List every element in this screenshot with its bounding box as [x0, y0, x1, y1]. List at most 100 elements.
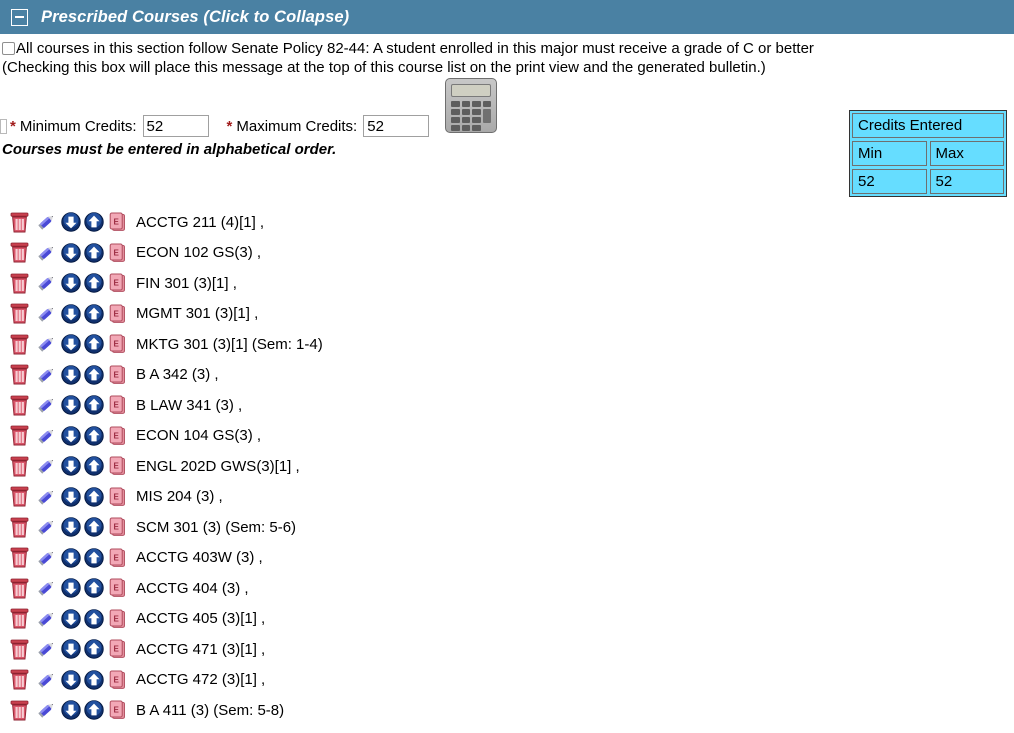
pencil-icon[interactable]	[36, 639, 56, 659]
pencil-icon[interactable]	[36, 578, 56, 598]
pencil-icon[interactable]	[36, 334, 56, 354]
arrow-up-circle-icon[interactable]	[84, 487, 104, 507]
arrow-up-circle-icon[interactable]	[84, 243, 104, 263]
required-marker-min: *	[10, 117, 16, 135]
course-label: B A 411 (3) (Sem: 5-8)	[136, 701, 285, 719]
equivalent-course-icon[interactable]: E	[109, 395, 127, 415]
arrow-up-circle-icon[interactable]	[84, 334, 104, 354]
pencil-icon[interactable]	[36, 700, 56, 720]
pencil-icon[interactable]	[36, 548, 56, 568]
arrow-up-circle-icon[interactable]	[84, 639, 104, 659]
equivalent-course-icon[interactable]: E	[109, 212, 127, 232]
credits-table-header-row: Min Max	[852, 141, 1004, 166]
pencil-icon[interactable]	[36, 456, 56, 476]
trash-icon[interactable]	[10, 395, 29, 416]
equivalent-course-icon[interactable]: E	[109, 273, 127, 293]
trash-icon[interactable]	[10, 456, 29, 477]
arrow-up-circle-icon[interactable]	[84, 304, 104, 324]
trash-icon[interactable]	[10, 364, 29, 385]
arrow-down-circle-icon[interactable]	[61, 334, 81, 354]
trash-icon[interactable]	[10, 486, 29, 507]
arrow-up-circle-icon[interactable]	[84, 670, 104, 690]
equivalent-course-icon[interactable]: E	[109, 639, 127, 659]
arrow-down-circle-icon[interactable]	[61, 395, 81, 415]
arrow-down-circle-icon[interactable]	[61, 609, 81, 629]
arrow-up-circle-icon[interactable]	[84, 578, 104, 598]
arrow-up-circle-icon[interactable]	[84, 273, 104, 293]
minimum-credits-input[interactable]	[142, 115, 209, 137]
arrow-up-circle-icon[interactable]	[84, 548, 104, 568]
arrow-down-circle-icon[interactable]	[61, 273, 81, 293]
equivalent-course-icon[interactable]: E	[109, 578, 127, 598]
equivalent-course-icon[interactable]: E	[109, 609, 127, 629]
arrow-down-circle-icon[interactable]	[61, 304, 81, 324]
missing-glyph-placeholder	[0, 118, 7, 134]
arrow-down-circle-icon[interactable]	[61, 578, 81, 598]
pencil-icon[interactable]	[36, 243, 56, 263]
svg-text:E: E	[114, 431, 120, 440]
arrow-up-circle-icon[interactable]	[84, 517, 104, 537]
equivalent-course-icon[interactable]: E	[109, 548, 127, 568]
pencil-icon[interactable]	[36, 365, 56, 385]
course-label: MKTG 301 (3)[1] (Sem: 1-4)	[136, 335, 323, 353]
maximum-credits-input[interactable]	[363, 115, 430, 137]
trash-icon[interactable]	[10, 303, 29, 324]
trash-icon[interactable]	[10, 425, 29, 446]
equivalent-course-icon[interactable]: E	[109, 700, 127, 720]
calculator-key	[472, 109, 481, 115]
arrow-down-circle-icon[interactable]	[61, 426, 81, 446]
pencil-icon[interactable]	[36, 487, 56, 507]
arrow-up-circle-icon[interactable]	[84, 212, 104, 232]
minus-box-icon[interactable]	[11, 8, 28, 26]
calculator-graphic	[445, 78, 497, 133]
equivalent-course-icon[interactable]: E	[109, 365, 127, 385]
pencil-icon[interactable]	[36, 212, 56, 232]
trash-icon[interactable]	[10, 578, 29, 599]
arrow-up-circle-icon[interactable]	[84, 365, 104, 385]
section-header[interactable]: Prescribed Courses (Click to Collapse)	[0, 0, 1014, 34]
trash-icon[interactable]	[10, 517, 29, 538]
equivalent-course-icon[interactable]: E	[109, 517, 127, 537]
arrow-down-circle-icon[interactable]	[61, 548, 81, 568]
trash-icon[interactable]	[10, 242, 29, 263]
equivalent-course-icon[interactable]: E	[109, 670, 127, 690]
arrow-down-circle-icon[interactable]	[61, 243, 81, 263]
arrow-up-circle-icon[interactable]	[84, 609, 104, 629]
pencil-icon[interactable]	[36, 609, 56, 629]
pencil-icon[interactable]	[36, 426, 56, 446]
equivalent-course-icon[interactable]: E	[109, 456, 127, 476]
equivalent-course-icon[interactable]: E	[109, 243, 127, 263]
equivalent-course-icon[interactable]: E	[109, 334, 127, 354]
trash-icon[interactable]	[10, 608, 29, 629]
arrow-down-circle-icon[interactable]	[61, 212, 81, 232]
equivalent-course-icon[interactable]: E	[109, 426, 127, 446]
pencil-icon[interactable]	[36, 273, 56, 293]
trash-icon[interactable]	[10, 334, 29, 355]
arrow-down-circle-icon[interactable]	[61, 517, 81, 537]
arrow-down-circle-icon[interactable]	[61, 639, 81, 659]
svg-text:E: E	[114, 645, 120, 654]
trash-icon[interactable]	[10, 669, 29, 690]
trash-icon[interactable]	[10, 212, 29, 233]
calculator-icon[interactable]	[445, 78, 497, 133]
trash-icon[interactable]	[10, 639, 29, 660]
arrow-down-circle-icon[interactable]	[61, 487, 81, 507]
senate-policy-checkbox[interactable]	[2, 42, 15, 55]
trash-icon[interactable]	[10, 273, 29, 294]
pencil-icon[interactable]	[36, 670, 56, 690]
arrow-down-circle-icon[interactable]	[61, 700, 81, 720]
arrow-up-circle-icon[interactable]	[84, 395, 104, 415]
arrow-down-circle-icon[interactable]	[61, 456, 81, 476]
arrow-down-circle-icon[interactable]	[61, 365, 81, 385]
trash-icon[interactable]	[10, 547, 29, 568]
arrow-up-circle-icon[interactable]	[84, 456, 104, 476]
pencil-icon[interactable]	[36, 517, 56, 537]
arrow-down-circle-icon[interactable]	[61, 670, 81, 690]
arrow-up-circle-icon[interactable]	[84, 700, 104, 720]
arrow-up-circle-icon[interactable]	[84, 426, 104, 446]
pencil-icon[interactable]	[36, 395, 56, 415]
equivalent-course-icon[interactable]: E	[109, 487, 127, 507]
equivalent-course-icon[interactable]: E	[109, 304, 127, 324]
trash-icon[interactable]	[10, 700, 29, 721]
pencil-icon[interactable]	[36, 304, 56, 324]
